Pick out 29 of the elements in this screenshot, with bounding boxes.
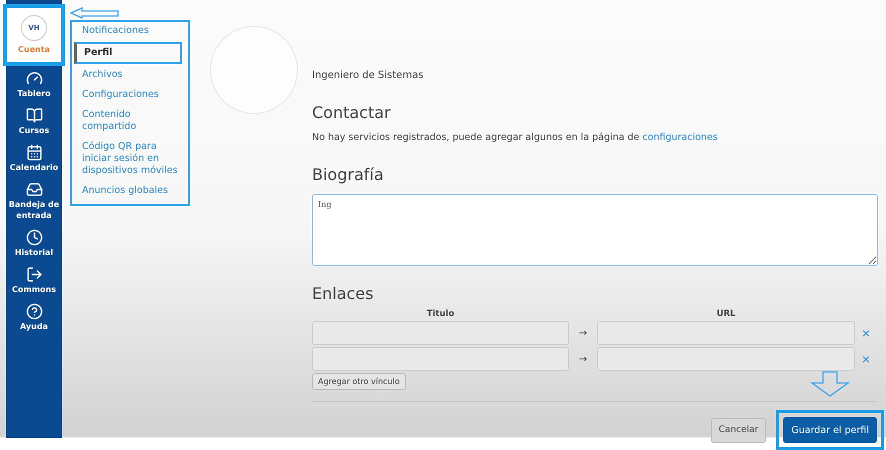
add-link-button[interactable]: Agregar otro vínculo [312, 373, 406, 390]
nav-item[interactable]: Cursos [6, 103, 62, 140]
menu-item[interactable]: Contenido compartido [72, 106, 188, 136]
profile-title: Ingeniero de Sistemas [312, 70, 424, 81]
column-header: URL [716, 309, 736, 320]
menu-item[interactable]: Perfil [74, 42, 182, 64]
menu-item[interactable]: Código QR para iniciar sesión en dispositivos móviles [72, 138, 188, 180]
menu-item[interactable]: Notificaciones [72, 22, 188, 40]
nav-item[interactable]: Tablero [6, 66, 62, 103]
section-heading: Enlaces [312, 284, 374, 304]
menu-item[interactable]: Configuraciones [72, 86, 188, 104]
nav-label: Cuenta [18, 44, 50, 55]
settings-link[interactable]: configuraciones [642, 132, 718, 143]
menu-item[interactable]: Archivos [72, 66, 188, 84]
nav-item[interactable]: Commons [6, 262, 62, 299]
nav-item[interactable]: Calendario [6, 140, 62, 177]
cancel-button[interactable]: Cancelar [710, 418, 766, 442]
menu-item[interactable]: Anuncios globales [72, 182, 188, 200]
save-button[interactable]: Guardar el perfil [783, 417, 877, 443]
nav-item[interactable]: Bandeja de entrada [6, 177, 62, 225]
nav-item[interactable]: Historial [6, 225, 62, 262]
nav-item[interactable]: Ayuda [6, 299, 62, 336]
section-heading: Biografía [312, 165, 385, 184]
column-header: Titulo [426, 309, 456, 320]
bio-field[interactable]: Ing [312, 194, 878, 266]
arrow-text: → [578, 354, 588, 365]
contact-text: No hay servicios registrados, puede agregar algunos en la página de configuraciones [312, 132, 719, 143]
section-heading: Contactar [312, 103, 392, 122]
arrow-text: → [578, 328, 588, 339]
